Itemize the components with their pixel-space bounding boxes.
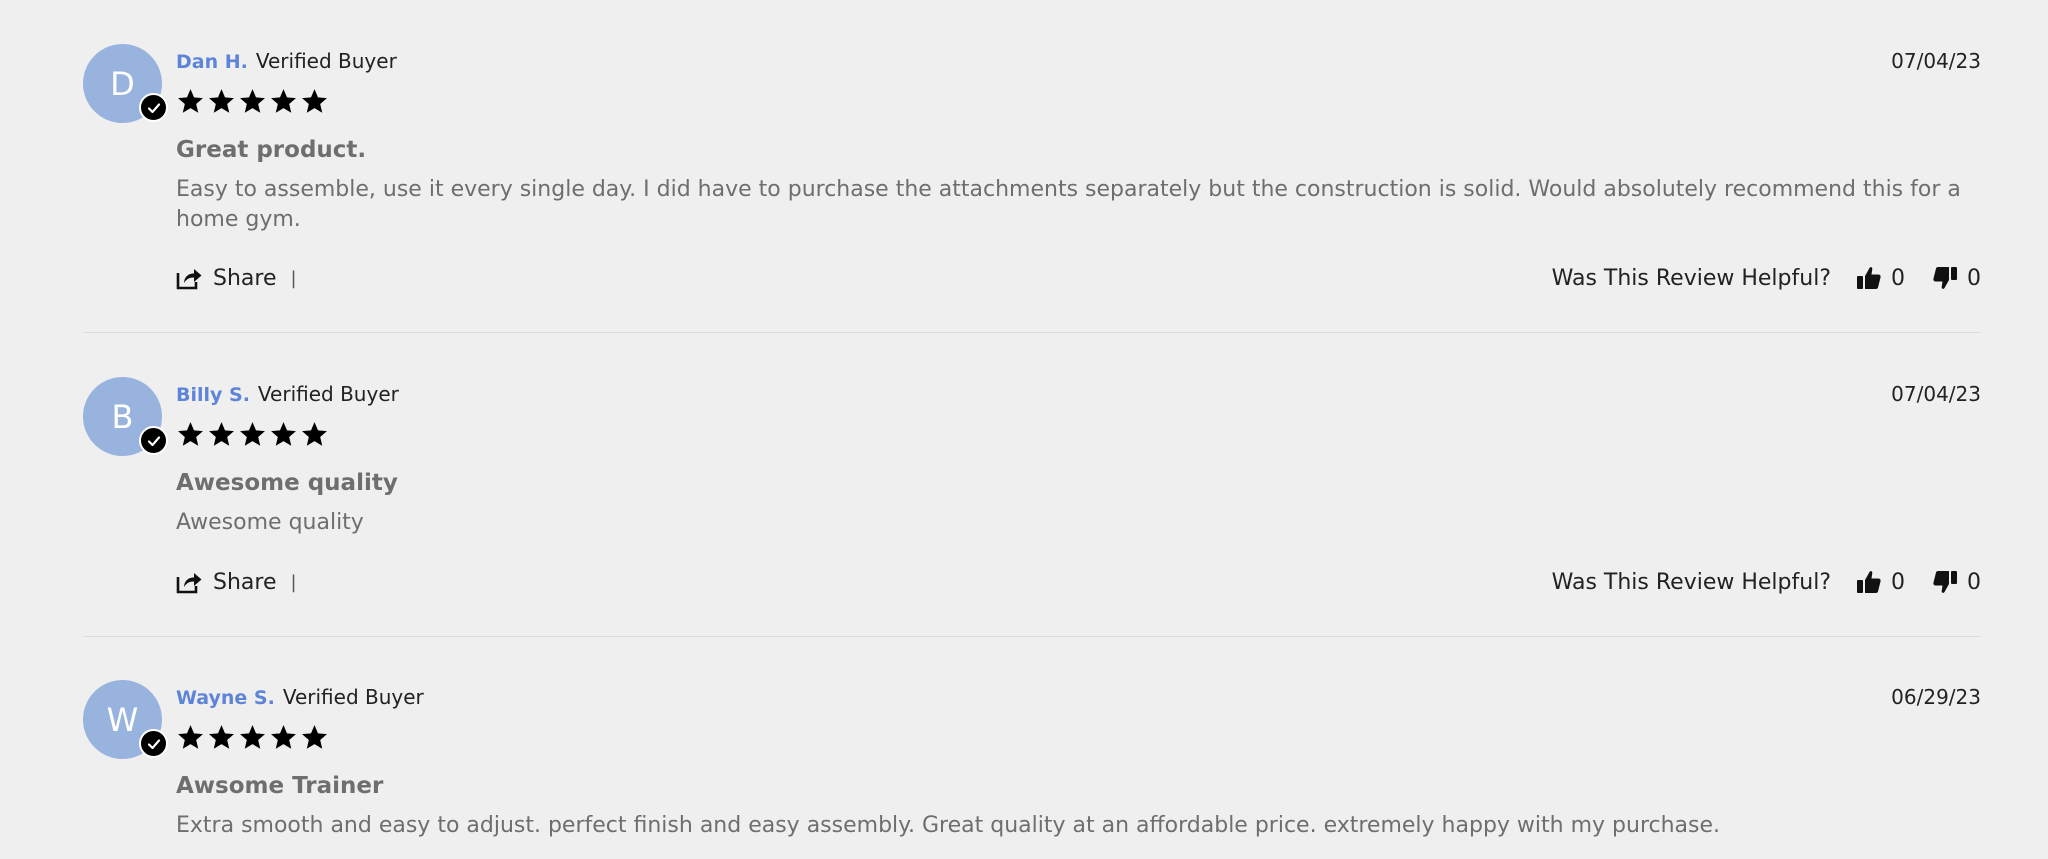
downvote-button[interactable]: 0 xyxy=(1931,264,1981,292)
downvote-button[interactable]: 0 xyxy=(1931,568,1981,596)
share-label: Share xyxy=(213,265,277,291)
star-icon xyxy=(271,725,296,749)
divider: | xyxy=(290,571,297,593)
avatar: W xyxy=(83,680,168,759)
review-item: D Dan H. Verified Buyer 07/04/23 Great p… xyxy=(83,0,1981,332)
review-header: Billy S. Verified Buyer xyxy=(176,382,399,406)
share-button[interactable]: Share xyxy=(176,266,277,291)
review-date: 06/29/23 xyxy=(1891,685,1981,709)
star-icon xyxy=(271,89,296,113)
avatar: B xyxy=(83,377,168,456)
verified-buyer-label: Verified Buyer xyxy=(255,49,397,73)
star-icon xyxy=(178,422,203,446)
thumbs-up-icon xyxy=(1857,267,1881,289)
share-icon xyxy=(176,573,202,594)
avatar-initial: W xyxy=(106,700,139,739)
star-icon xyxy=(271,422,296,446)
helpful-label: Was This Review Helpful? xyxy=(1551,569,1831,595)
star-rating xyxy=(176,87,329,116)
thumbs-down-icon xyxy=(1933,571,1957,593)
review-body: Extra smooth and easy to adjust. perfect… xyxy=(176,813,1721,838)
star-icon xyxy=(209,725,234,749)
star-icon xyxy=(240,89,265,113)
verified-buyer-label: Verified Buyer xyxy=(257,382,399,406)
reviewer-name[interactable]: Dan H. xyxy=(176,51,248,73)
share-label: Share xyxy=(213,569,277,595)
avatar: D xyxy=(83,44,168,123)
star-icon xyxy=(302,422,327,446)
star-icon xyxy=(178,89,203,113)
helpful-label: Was This Review Helpful? xyxy=(1551,265,1831,291)
review-actions: Share | Was This Review Helpful? 0 0 xyxy=(176,567,1981,597)
review-date: 07/04/23 xyxy=(1891,382,1981,406)
divider: | xyxy=(290,267,297,289)
downvote-count: 0 xyxy=(1967,265,1981,291)
star-rating xyxy=(176,420,329,449)
verified-check-icon xyxy=(139,93,168,122)
review-actions: Share | Was This Review Helpful? 0 0 xyxy=(176,263,1981,293)
thumbs-down-icon xyxy=(1933,267,1957,289)
upvote-button[interactable]: 0 xyxy=(1855,568,1905,596)
star-rating xyxy=(176,723,329,752)
share-button[interactable]: Share xyxy=(176,570,277,595)
verified-buyer-label: Verified Buyer xyxy=(282,685,424,709)
upvote-count: 0 xyxy=(1891,569,1905,595)
avatar-initial: D xyxy=(110,64,135,103)
review-body: Easy to assemble, use it every single da… xyxy=(176,177,1961,232)
review-header: Wayne S. Verified Buyer xyxy=(176,685,424,709)
verified-check-icon xyxy=(139,426,168,455)
star-icon xyxy=(240,422,265,446)
review-date: 07/04/23 xyxy=(1891,49,1981,73)
review-title: Awesome quality xyxy=(176,470,398,496)
reviewer-name[interactable]: Wayne S. xyxy=(176,687,275,709)
thumbs-up-icon xyxy=(1857,571,1881,593)
helpful-vote: Was This Review Helpful? 0 0 xyxy=(1552,568,1981,596)
star-icon xyxy=(240,725,265,749)
reviewer-name[interactable]: Billy S. xyxy=(176,384,250,406)
verified-check-icon xyxy=(139,729,168,758)
avatar-initial: B xyxy=(111,397,134,436)
star-icon xyxy=(178,725,203,749)
review-title: Awsome Trainer xyxy=(176,773,384,799)
review-title: Great product. xyxy=(176,137,367,163)
star-icon xyxy=(302,89,327,113)
reviews-list: D Dan H. Verified Buyer 07/04/23 Great p… xyxy=(83,0,1981,859)
share-icon xyxy=(176,269,202,290)
upvote-count: 0 xyxy=(1891,265,1905,291)
review-header: Dan H. Verified Buyer xyxy=(176,49,397,73)
downvote-count: 0 xyxy=(1967,569,1981,595)
helpful-vote: Was This Review Helpful? 0 0 xyxy=(1552,264,1981,292)
star-icon xyxy=(209,422,234,446)
star-icon xyxy=(209,89,234,113)
review-item: W Wayne S. Verified Buyer 06/29/23 Awsom… xyxy=(83,636,1981,859)
review-body: Awesome quality xyxy=(176,510,364,535)
review-item: B Billy S. Verified Buyer 07/04/23 Aweso… xyxy=(83,332,1981,636)
star-icon xyxy=(302,725,327,749)
upvote-button[interactable]: 0 xyxy=(1855,264,1905,292)
